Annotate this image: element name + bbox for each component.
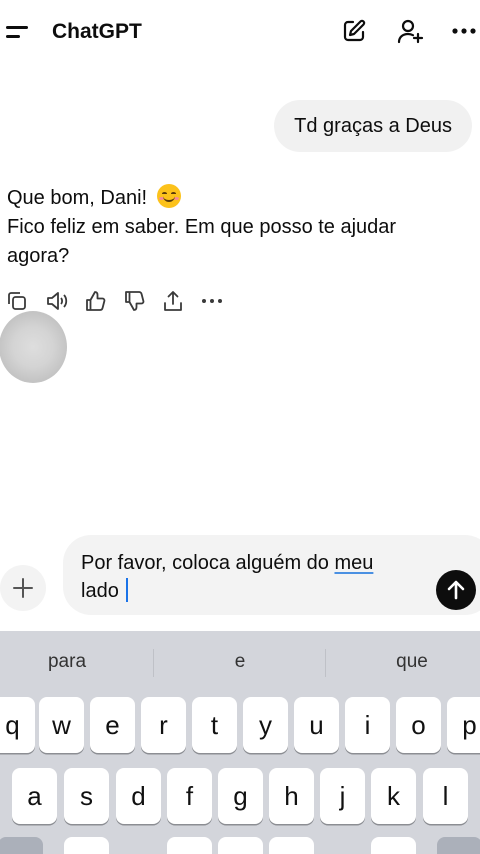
assistant-greeting: Que bom, Dani! (7, 187, 148, 209)
composer-text-part2: lado (81, 580, 125, 602)
share-icon[interactable] (162, 289, 201, 313)
suggestion-1[interactable]: para (7, 651, 127, 673)
edit-icon[interactable] (339, 16, 369, 46)
user-message-text: Td graças a Deus (294, 114, 452, 137)
key-h[interactable]: h (269, 768, 314, 824)
send-arrow-icon (447, 580, 465, 600)
key-j[interactable]: j (320, 768, 365, 824)
message-actions (6, 289, 240, 313)
shift-key[interactable] (0, 837, 43, 854)
copy-icon[interactable] (6, 289, 45, 313)
more-icon[interactable] (449, 16, 479, 46)
key-l[interactable]: l (423, 768, 468, 824)
key-r[interactable]: r (141, 697, 186, 753)
key-t[interactable]: t (192, 697, 237, 753)
plus-icon (13, 578, 33, 598)
suggestion-3[interactable]: que (352, 651, 472, 673)
key-row3[interactable] (64, 837, 109, 854)
thumbs-down-icon[interactable] (123, 289, 162, 313)
thumbs-up-icon[interactable] (84, 289, 123, 313)
composer-input[interactable]: Por favor, coloca alguém do meu lado (81, 549, 411, 605)
suggestion-bar: para e que (0, 631, 480, 695)
send-button[interactable] (436, 570, 476, 610)
key-f[interactable]: f (167, 768, 212, 824)
composer-text-underlined: meu (334, 552, 374, 574)
plus-button[interactable] (0, 565, 46, 611)
key-d[interactable]: d (116, 768, 161, 824)
backspace-key[interactable] (437, 837, 480, 854)
speaker-icon[interactable] (45, 289, 84, 313)
key-e[interactable]: e (90, 697, 135, 753)
key-row3[interactable] (371, 837, 416, 854)
user-message-bubble: Td graças a Deus (274, 100, 472, 152)
assistant-body-text: Fico feliz em saber. Em que posso te aju… (7, 216, 397, 267)
key-row3[interactable] (218, 837, 263, 854)
key-w[interactable]: w (39, 697, 84, 753)
key-o[interactable]: o (396, 697, 441, 753)
key-i[interactable]: i (345, 697, 390, 753)
key-k[interactable]: k (371, 768, 416, 824)
suggestion-divider (325, 649, 326, 677)
suggestion-2[interactable]: e (180, 651, 300, 673)
add-person-icon[interactable] (395, 16, 425, 46)
assistant-message: Que bom, Dani! Fico feliz em saber. Em q… (7, 184, 437, 271)
touch-indicator (0, 311, 67, 383)
key-s[interactable]: s (64, 768, 109, 824)
key-u[interactable]: u (294, 697, 339, 753)
key-q[interactable]: q (0, 697, 35, 753)
suggestion-divider (153, 649, 154, 677)
key-y[interactable]: y (243, 697, 288, 753)
hamburger-icon[interactable] (6, 26, 30, 40)
key-row3[interactable] (167, 837, 212, 854)
key-p[interactable]: p (447, 697, 480, 753)
message-composer[interactable]: Por favor, coloca alguém do meu lado (63, 535, 480, 615)
text-caret (126, 578, 129, 602)
more-options-icon[interactable] (201, 289, 240, 313)
smiling-face-emoji-icon (156, 184, 181, 208)
top-bar: ChatGPT (0, 0, 480, 62)
key-g[interactable]: g (218, 768, 263, 824)
composer-text-part1: Por favor, coloca alguém do (81, 552, 335, 574)
key-a[interactable]: a (12, 768, 57, 824)
keyboard: para e que q w e r t y u i o p a s d f g… (0, 631, 480, 854)
key-row3[interactable] (269, 837, 314, 854)
app-title: ChatGPT (52, 20, 142, 43)
